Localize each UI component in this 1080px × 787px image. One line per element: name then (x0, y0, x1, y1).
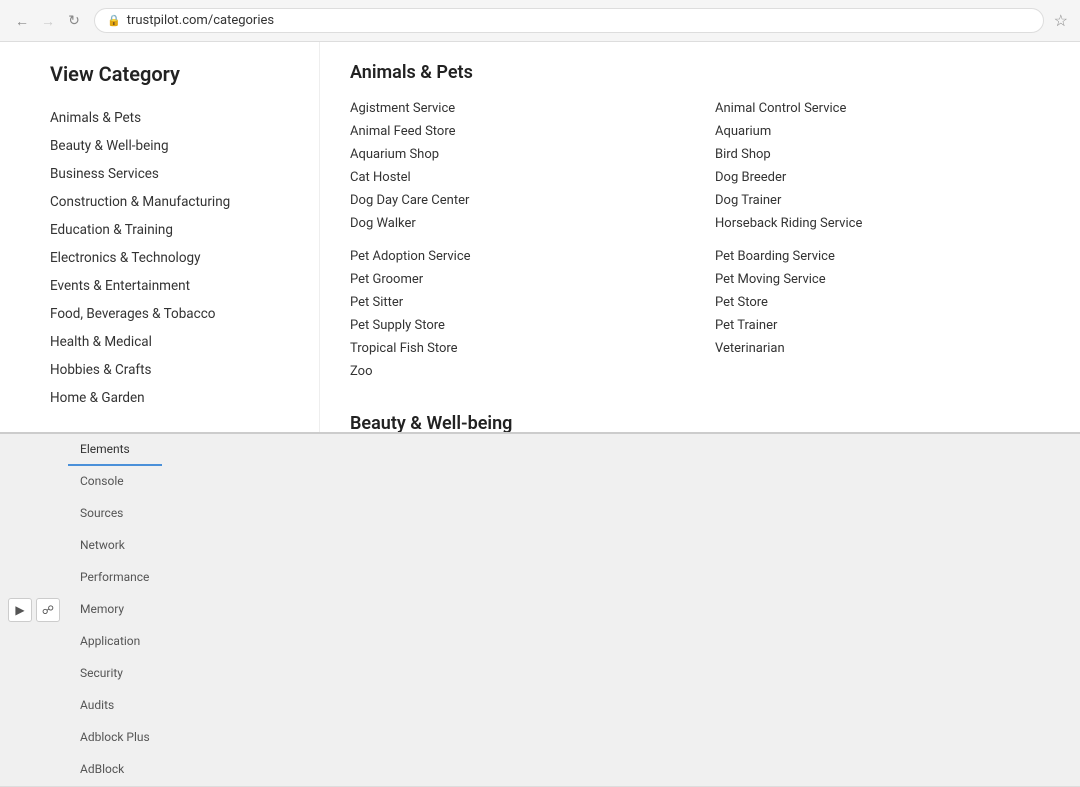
subcategory-item[interactable]: Cat Hostel (350, 166, 685, 189)
sidebar-item-5[interactable]: Electronics & Technology (50, 244, 279, 272)
subcategory-columns-0: Agistment ServiceAnimal Feed StoreAquari… (350, 97, 1050, 383)
sidebar-item-2[interactable]: Business Services (50, 160, 279, 188)
sidebar-item-3[interactable]: Construction & Manufacturing (50, 188, 279, 216)
category-section-1: Beauty & Well-beingAromatherapy SupplyBa… (350, 413, 1050, 432)
devtools-tab-application[interactable]: Application (68, 626, 162, 658)
subcategory-item[interactable]: Dog Walker (350, 212, 685, 235)
browser-chrome: ← → ↻ 🔒 trustpilot.com/categories ☆ (0, 0, 1080, 42)
subcategory-item[interactable]: Pet Sitter (350, 291, 685, 314)
sidebar-item-6[interactable]: Events & Entertainment (50, 272, 279, 300)
devtools-tab-adblock[interactable]: AdBlock (68, 754, 162, 786)
bookmark-icon[interactable]: ☆ (1054, 11, 1068, 30)
devtools-tab-memory[interactable]: Memory (68, 594, 162, 626)
devtools-tab-console[interactable]: Console (68, 466, 162, 498)
subcategory-item[interactable]: Dog Breeder (715, 166, 1050, 189)
subcategory-item[interactable]: Agistment Service (350, 97, 685, 120)
devtools-panel: ▶ ☍ ElementsConsoleSourcesNetworkPerform… (0, 432, 1080, 642)
sidebar-title: View Category (50, 62, 279, 86)
subcategory-item[interactable]: Aquarium Shop (350, 143, 685, 166)
nav-buttons: ← → ↻ (12, 11, 84, 31)
main-content: View Category Animals & PetsBeauty & Wel… (0, 42, 1080, 432)
sidebar-item-9[interactable]: Hobbies & Crafts (50, 356, 279, 384)
browser-toolbar: ← → ↻ 🔒 trustpilot.com/categories ☆ (0, 0, 1080, 41)
devtools-tab-security[interactable]: Security (68, 658, 162, 690)
inspect-element-button[interactable]: ▶ (8, 598, 32, 622)
subcategory-item[interactable]: Veterinarian (715, 337, 1050, 360)
subcategory-item[interactable]: Animal Feed Store (350, 120, 685, 143)
sidebar-items-container: Animals & PetsBeauty & Well-beingBusines… (50, 104, 279, 412)
subcategory-item[interactable]: Horseback Riding Service (715, 212, 1050, 235)
subcategory-item[interactable]: Pet Supply Store (350, 314, 685, 337)
subcategory-item[interactable]: Pet Moving Service (715, 268, 1050, 291)
forward-button[interactable]: → (38, 11, 58, 31)
sidebar: View Category Animals & PetsBeauty & Wel… (0, 42, 320, 432)
subcategory-item[interactable]: Bird Shop (715, 143, 1050, 166)
devtools-tab-adblock-plus[interactable]: Adblock Plus (68, 722, 162, 754)
address-text: trustpilot.com/categories (127, 13, 274, 28)
devtools-tab-performance[interactable]: Performance (68, 562, 162, 594)
devtools-icons: ▶ ☍ (8, 598, 60, 622)
devtools-tab-elements[interactable]: Elements (68, 434, 162, 466)
sidebar-item-10[interactable]: Home & Garden (50, 384, 279, 412)
devtools-tab-sources[interactable]: Sources (68, 498, 162, 530)
subcategory-item[interactable]: Pet Trainer (715, 314, 1050, 337)
subcategory-item[interactable]: Zoo (350, 360, 685, 383)
device-toolbar-button[interactable]: ☍ (36, 598, 60, 622)
subcategory-item[interactable]: Aquarium (715, 120, 1050, 143)
subcategory-item[interactable]: Animal Control Service (715, 97, 1050, 120)
category-title-1: Beauty & Well-being (350, 413, 1050, 432)
reload-button[interactable]: ↻ (64, 11, 84, 31)
devtools-tab-audits[interactable]: Audits (68, 690, 162, 722)
subcategory-item[interactable]: Pet Adoption Service (350, 245, 685, 268)
categories-container: Animals & Pets Agistment ServiceAnimal Fe… (350, 62, 1050, 432)
category-section-0: Animals & Pets Agistment ServiceAnimal Fe… (350, 62, 1050, 383)
devtools-tab-network[interactable]: Network (68, 530, 162, 562)
subcategory-col2-0: Animal Control ServiceAquariumBird ShopD… (715, 97, 1050, 383)
devtools-tab-container: ElementsConsoleSourcesNetworkPerformance… (68, 434, 162, 786)
sidebar-item-4[interactable]: Education & Training (50, 216, 279, 244)
devtools-tabs: ▶ ☍ ElementsConsoleSourcesNetworkPerform… (0, 434, 1080, 787)
subcategory-item[interactable]: Dog Day Care Center (350, 189, 685, 212)
subcategory-col1-0: Agistment ServiceAnimal Feed StoreAquari… (350, 97, 685, 383)
category-content: Animals & Pets Agistment ServiceAnimal Fe… (320, 42, 1080, 432)
subcategory-item[interactable]: Tropical Fish Store (350, 337, 685, 360)
category-title-0: Animals & Pets (350, 62, 1050, 83)
subcategory-item[interactable]: Pet Boarding Service (715, 245, 1050, 268)
address-bar[interactable]: 🔒 trustpilot.com/categories (94, 8, 1044, 33)
subcategory-item[interactable]: Dog Trainer (715, 189, 1050, 212)
subcategory-item[interactable]: Pet Store (715, 291, 1050, 314)
sidebar-item-1[interactable]: Beauty & Well-being (50, 132, 279, 160)
lock-icon: 🔒 (107, 14, 121, 27)
back-button[interactable]: ← (12, 11, 32, 31)
sidebar-item-0[interactable]: Animals & Pets (50, 104, 279, 132)
subcategory-item[interactable]: Pet Groomer (350, 268, 685, 291)
sidebar-item-8[interactable]: Health & Medical (50, 328, 279, 356)
sidebar-item-7[interactable]: Food, Beverages & Tobacco (50, 300, 279, 328)
